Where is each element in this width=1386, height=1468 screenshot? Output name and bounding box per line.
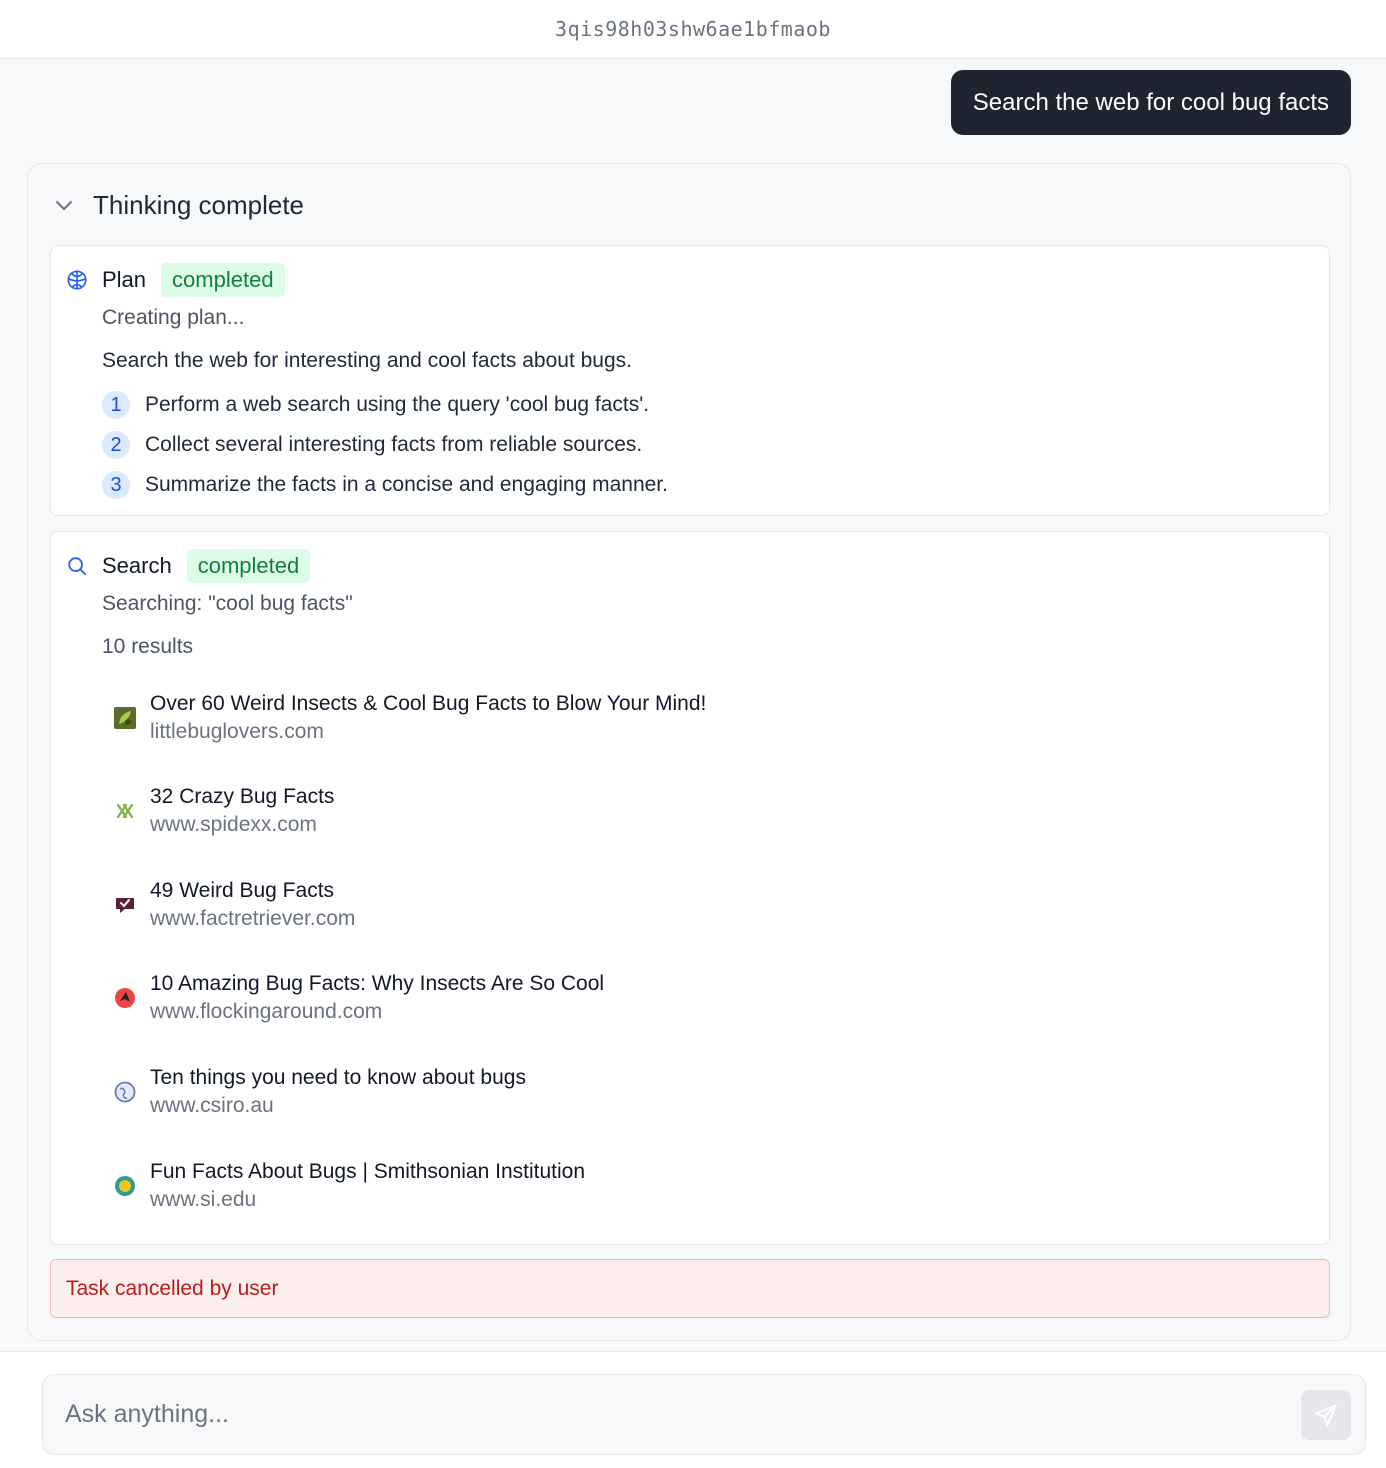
result-domain: www.flockingaround.com	[150, 1000, 383, 1023]
plan-step-text: Collect several interesting facts from r…	[145, 433, 643, 456]
plan-step-number: 3	[102, 471, 130, 499]
user-message-bubble: Search the web for cool bug facts	[950, 70, 1351, 135]
result-title: Over 60 Weird Insects & Cool Bug Facts t…	[150, 692, 707, 715]
search-step-card: Search completed Searching: "cool bug fa…	[50, 531, 1330, 1245]
search-icon	[66, 555, 88, 577]
search-result-item[interactable]: 10 Amazing Bug Facts: Why Insects Are So…	[113, 970, 604, 1026]
result-title: Fun Facts About Bugs | Smithsonian Insti…	[150, 1160, 586, 1183]
send-button[interactable]	[1301, 1390, 1351, 1440]
plan-summary: Search the web for interesting and cool …	[102, 349, 632, 372]
result-domain: www.factretriever.com	[150, 907, 356, 930]
cancel-banner: Task cancelled by user	[50, 1259, 1330, 1318]
thinking-panel: Thinking complete Plan completed Creatin…	[27, 163, 1351, 1341]
plan-progress-text: Creating plan...	[102, 306, 245, 329]
plan-step-text: Summarize the facts in a concise and eng…	[145, 473, 668, 496]
search-label: Search	[102, 553, 172, 578]
search-query-text: Searching: "cool bug facts"	[102, 592, 353, 615]
top-bar: 3qis98h03shw6ae1bfmaob	[0, 0, 1386, 59]
plan-step-number: 1	[102, 391, 130, 419]
result-title: 49 Weird Bug Facts	[150, 879, 335, 902]
plan-step: 2 Collect several interesting facts from…	[102, 431, 642, 459]
thinking-toggle[interactable]: Thinking complete	[52, 188, 304, 222]
sun-favicon-icon	[113, 1174, 137, 1198]
plan-status-badge: completed	[161, 263, 285, 297]
search-results-count: 10 results	[102, 635, 194, 658]
search-result-item[interactable]: 32 Crazy Bug Facts www.spidexx.com	[113, 783, 334, 839]
plan-step: 1 Perform a web search using the query '…	[102, 391, 649, 419]
composer-area	[0, 1351, 1386, 1468]
plan-step-text: Perform a web search using the query 'co…	[145, 393, 650, 416]
search-status-badge: completed	[186, 549, 311, 583]
send-icon	[1315, 1404, 1337, 1426]
x-favicon-icon	[113, 799, 137, 823]
search-result-item[interactable]: Fun Facts About Bugs | Smithsonian Insti…	[113, 1158, 585, 1214]
composer	[42, 1374, 1366, 1455]
globe-favicon-icon	[113, 1080, 137, 1104]
plan-step-number: 2	[102, 431, 130, 459]
search-result-item[interactable]: Ten things you need to know about bugs w…	[113, 1064, 526, 1120]
thinking-title: Thinking complete	[93, 189, 304, 220]
result-domain: www.csiro.au	[150, 1094, 274, 1117]
plan-label: Plan	[102, 267, 147, 292]
result-domain: littlebuglovers.com	[150, 720, 324, 743]
brain-icon	[66, 269, 88, 291]
result-domain: www.si.edu	[150, 1188, 257, 1211]
chevron-down-icon	[56, 201, 72, 210]
search-result-item[interactable]: Over 60 Weird Insects & Cool Bug Facts t…	[113, 690, 706, 746]
leaf-favicon-icon	[113, 706, 137, 730]
result-title: 32 Crazy Bug Facts	[150, 785, 335, 808]
result-title: 10 Amazing Bug Facts: Why Insects Are So…	[150, 972, 605, 995]
plan-step: 3 Summarize the facts in a concise and e…	[102, 471, 668, 499]
bird-favicon-icon	[113, 986, 137, 1010]
speech-bubble-favicon-icon	[113, 893, 137, 917]
search-result-item[interactable]: 49 Weird Bug Facts www.factretriever.com	[113, 877, 355, 933]
session-id: 3qis98h03shw6ae1bfmaob	[555, 17, 831, 41]
plan-step-card: Plan completed Creating plan... Search t…	[50, 245, 1330, 516]
result-title: Ten things you need to know about bugs	[150, 1066, 526, 1089]
ask-input[interactable]	[43, 1375, 1283, 1454]
result-domain: www.spidexx.com	[150, 813, 317, 836]
